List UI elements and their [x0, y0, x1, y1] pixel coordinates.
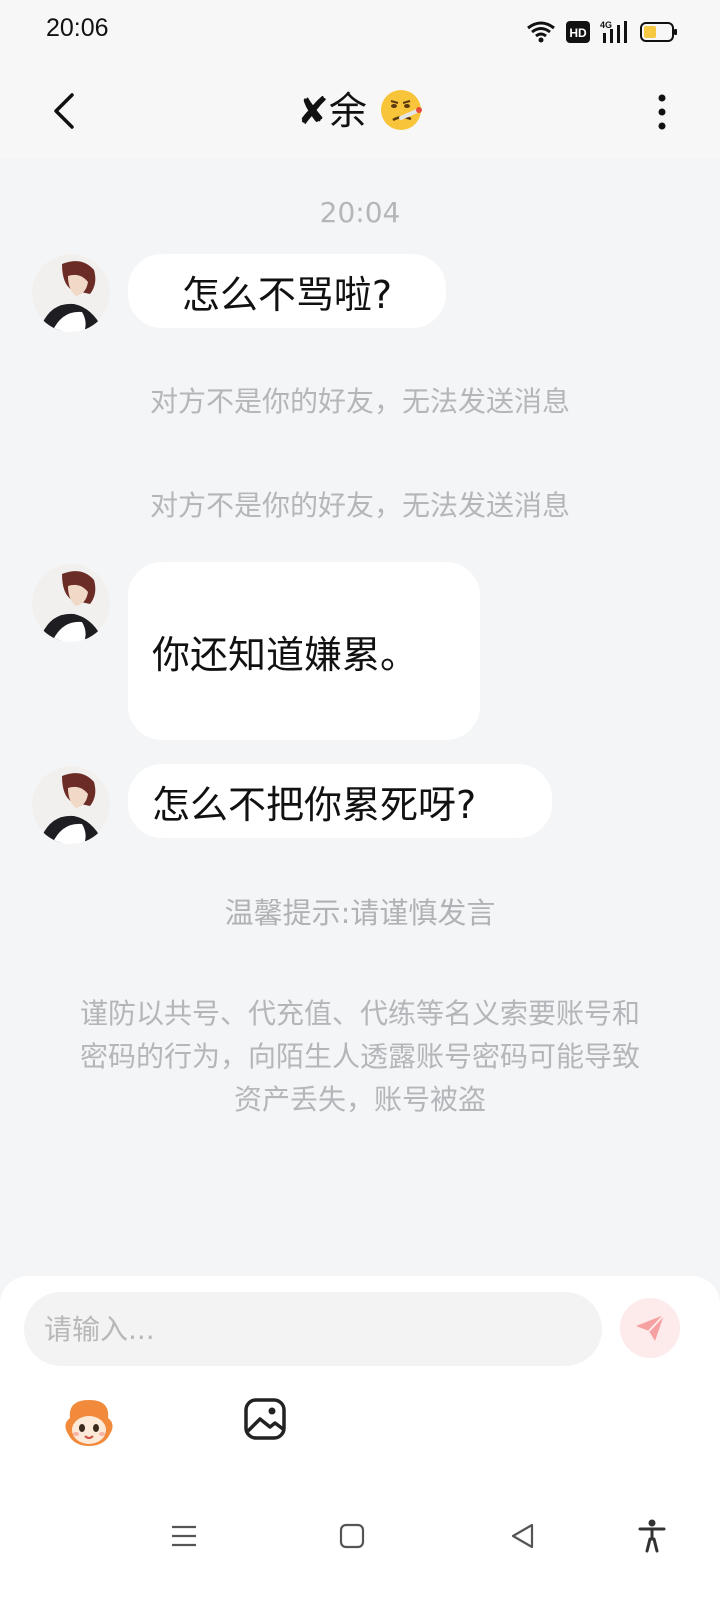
avatar-image — [32, 564, 110, 642]
home-icon — [339, 1523, 365, 1549]
tip-title: 温馨提示:请谨慎发言 — [224, 896, 496, 930]
menu-icon — [172, 1525, 196, 1547]
message-row: 怎么不把你累死呀? — [32, 764, 552, 844]
status-bar: 20:06 HD 4G — [0, 0, 720, 64]
send-button[interactable] — [620, 1298, 680, 1358]
hd-icon: HD — [566, 21, 590, 43]
message-row: 你还知道嫌累。 — [32, 562, 492, 742]
title-name: 余 — [328, 89, 367, 133]
nav-back-button[interactable] — [502, 1516, 542, 1556]
message-bubble[interactable]: 怎么不骂啦? — [128, 254, 446, 328]
signal-4g-icon: 4G — [600, 20, 627, 43]
message-timestamp: 20:04 — [319, 196, 401, 229]
recent-apps-button[interactable] — [164, 1516, 204, 1556]
avatar[interactable] — [32, 254, 110, 332]
chat-header: ✘余 — [0, 64, 720, 158]
message-bubble[interactable]: 怎么不把你累死呀? — [128, 764, 552, 838]
input-panel — [0, 1276, 720, 1494]
svg-text:4G: 4G — [600, 20, 612, 30]
message-text: 怎么不把你累死呀? — [152, 782, 477, 827]
more-vertical-icon — [658, 94, 666, 130]
message-input[interactable] — [24, 1292, 602, 1366]
status-icons: HD 4G — [526, 18, 678, 46]
emoji-button[interactable] — [60, 1394, 118, 1452]
system-message: 对方不是你的好友，无法发送消息 — [149, 489, 570, 522]
message-bubble[interactable]: 你还知道嫌累。 — [128, 562, 480, 740]
system-message: 对方不是你的好友，无法发送消息 — [149, 385, 570, 418]
accessibility-icon — [638, 1519, 666, 1553]
system-nav-bar — [0, 1494, 720, 1600]
status-time: 20:06 — [46, 14, 109, 42]
accessibility-button[interactable] — [632, 1516, 672, 1556]
back-icon — [511, 1523, 534, 1549]
message-row: 怎么不骂啦? — [32, 254, 452, 332]
avatar-image — [32, 766, 110, 844]
emoji-mascot-icon — [65, 1400, 113, 1446]
wifi-icon — [527, 21, 555, 43]
avatar[interactable] — [32, 766, 110, 844]
title-prefix: ✘ — [297, 89, 329, 133]
send-icon — [636, 1314, 665, 1341]
message-text: 怎么不骂啦? — [181, 272, 393, 317]
avatar-image — [32, 254, 110, 332]
tip-body: 谨防以共号、代充值、代练等名义索要账号和密码的行为，向陌生人透露账号密码可能导致… — [79, 997, 640, 1116]
svg-text:HD: HD — [569, 26, 587, 40]
face-with-thermometer-icon — [380, 90, 422, 130]
message-text: 你还知道嫌累。 — [152, 632, 419, 677]
image-button[interactable] — [242, 1396, 288, 1442]
battery-icon — [640, 22, 677, 42]
avatar[interactable] — [32, 564, 110, 642]
chat-title: ✘余 — [0, 86, 720, 136]
home-button[interactable] — [332, 1516, 372, 1556]
more-options-button[interactable] — [644, 90, 680, 134]
image-icon — [244, 1398, 286, 1440]
chat-area[interactable]: 20:04 怎么不骂啦? 对方不是你的好友，无法发送消息 对方不是你的好友，无法… — [0, 158, 720, 1280]
